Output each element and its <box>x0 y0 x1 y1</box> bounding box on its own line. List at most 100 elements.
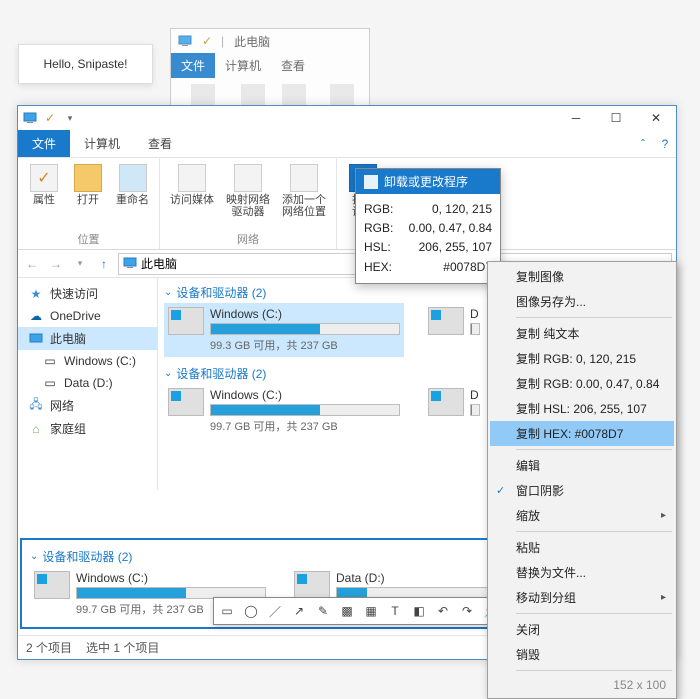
menu-separator <box>516 531 672 532</box>
ribbon-group-location: 位置 <box>24 229 153 247</box>
tool-undo[interactable]: ↶ <box>432 600 454 622</box>
drive-icon <box>34 571 70 599</box>
qat-dropdown-icon[interactable]: ▾ <box>62 110 78 126</box>
nav-history-button[interactable]: ▾ <box>70 254 90 274</box>
tool-marker[interactable]: ▩ <box>336 600 358 622</box>
chevron-down-icon: ⌄ <box>164 287 172 298</box>
drive-name: Windows (C:) <box>210 388 400 402</box>
pc-icon <box>22 110 38 126</box>
drive-d-cut[interactable]: D <box>424 384 484 438</box>
collapse-ribbon-button[interactable]: ˆ <box>632 137 654 151</box>
props-qat-icon[interactable]: ✓ <box>42 110 58 126</box>
tab-view[interactable]: 查看 <box>134 130 186 157</box>
pc-icon <box>28 331 44 347</box>
menu-copy-hsl[interactable]: 复制 HSL: 206, 255, 107 <box>490 396 674 421</box>
ribbon-properties[interactable]: ✓属性 <box>24 162 64 229</box>
tab-computer[interactable]: 计算机 <box>70 130 134 157</box>
menu-copy-plain[interactable]: 复制 纯文本 <box>490 321 674 346</box>
sidebar-item-homegroup[interactable]: ⌂家庭组 <box>18 417 157 440</box>
sidebar-item-drive-d[interactable]: ▭Data (D:) <box>18 372 157 394</box>
tool-pencil[interactable]: ✎ <box>312 600 334 622</box>
sidebar-item-quickaccess[interactable]: ★快速访问 <box>18 282 157 305</box>
color-hsl-value: 206, 255, 107 <box>398 238 492 257</box>
menu-copy-rgbf[interactable]: 复制 RGB: 0.00, 0.47, 0.84 <box>490 371 674 396</box>
drive-name: Windows (C:) <box>210 307 400 321</box>
tool-line[interactable]: ／ <box>264 600 286 622</box>
close-button[interactable]: ✕ <box>636 106 676 130</box>
drive-usage-bar <box>470 404 480 416</box>
menu-save-image-as[interactable]: 图像另存为... <box>490 289 674 314</box>
drive-c[interactable]: Windows (C:) 99.7 GB 可用，共 237 GB <box>164 384 404 438</box>
tool-ellipse[interactable]: ◯ <box>240 600 262 622</box>
drive-usage-bar <box>470 323 480 335</box>
drive-usage-bar <box>210 323 400 335</box>
drive-space: 99.3 GB 可用，共 237 GB <box>210 337 400 353</box>
menu-separator <box>516 613 672 614</box>
drive-usage-bar <box>210 404 400 416</box>
homegroup-icon: ⌂ <box>28 421 44 437</box>
color-rgbf-label: RGB: <box>364 219 398 238</box>
sidebar-item-drive-c[interactable]: ▭Windows (C:) <box>18 350 157 372</box>
nav-forward-button[interactable]: → <box>46 254 66 274</box>
tool-eraser[interactable]: ◧ <box>408 600 430 622</box>
menu-copy-image[interactable]: 复制图像 <box>490 264 674 289</box>
tool-mosaic[interactable]: ▦ <box>360 600 382 622</box>
status-item-count: 2 个项目 <box>26 639 72 656</box>
color-popup-title: 卸载或更改程序 <box>384 173 468 190</box>
drive-icon <box>168 307 204 335</box>
tab-file[interactable]: 文件 <box>18 130 70 157</box>
maximize-button[interactable]: ☐ <box>596 106 636 130</box>
qat-divider: | <box>221 34 224 48</box>
nav-up-button[interactable]: ↑ <box>94 254 114 274</box>
menu-edit[interactable]: 编辑 <box>490 453 674 478</box>
ribbon-group-network: 网络 <box>166 229 330 247</box>
color-popup-header: 卸载或更改程序 <box>356 169 500 194</box>
menu-copy-rgb[interactable]: 复制 RGB: 0, 120, 215 <box>490 346 674 371</box>
drive-d-cut[interactable]: D <box>424 303 484 357</box>
tab-view[interactable]: 查看 <box>271 53 315 78</box>
submenu-arrow-icon: ▸ <box>661 510 666 521</box>
menu-close[interactable]: 关闭 <box>490 617 674 642</box>
sidebar-item-thispc[interactable]: 此电脑 <box>18 327 157 350</box>
title-bar: ✓ ▾ ─ ☐ ✕ <box>18 106 676 130</box>
tool-arrow[interactable]: ↗ <box>288 600 310 622</box>
tab-file[interactable]: 文件 <box>171 53 215 78</box>
drive-icon: ▭ <box>42 375 58 391</box>
color-rgbf-value: 0.00, 0.47, 0.84 <box>398 219 492 238</box>
menu-copy-hex[interactable]: 复制 HEX: #0078D7 <box>490 421 674 446</box>
ribbon-open[interactable]: 打开 <box>68 162 108 229</box>
tool-rectangle[interactable]: ▭ <box>216 600 238 622</box>
sidebar-item-onedrive[interactable]: ☁OneDrive <box>18 305 157 327</box>
color-hsl-label: HSL: <box>364 238 398 257</box>
drive-icon: ▭ <box>42 353 58 369</box>
drive-name: Windows (C:) <box>76 571 266 585</box>
chevron-down-icon: ⌄ <box>30 551 38 562</box>
drive-space: 99.7 GB 可用，共 237 GB <box>210 418 400 434</box>
annotation-toolbar: ▭ ◯ ／ ↗ ✎ ▩ ▦ T ◧ ↶ ↷ 📌 <box>213 597 505 625</box>
color-rgb-label: RGB: <box>364 200 398 219</box>
tool-redo[interactable]: ↷ <box>456 600 478 622</box>
ribbon-map-network-drive[interactable]: 映射网络 驱动器 <box>222 162 274 229</box>
menu-zoom[interactable]: 缩放▸ <box>490 503 674 528</box>
menu-destroy[interactable]: 销毁 <box>490 642 674 667</box>
menu-separator <box>516 449 672 450</box>
network-icon: 🖧 <box>28 398 44 414</box>
ribbon-add-network-location[interactable]: 添加一个 网络位置 <box>278 162 330 229</box>
submenu-arrow-icon: ▸ <box>661 592 666 603</box>
sticky-note[interactable]: Hello, Snipaste! <box>18 44 153 84</box>
ribbon-rename[interactable]: 重命名 <box>112 162 153 229</box>
tab-computer[interactable]: 计算机 <box>215 53 271 78</box>
nav-back-button[interactable]: ← <box>22 254 42 274</box>
help-button[interactable]: ? <box>654 137 676 151</box>
pc-icon <box>123 257 137 271</box>
minimize-button[interactable]: ─ <box>556 106 596 130</box>
menu-paste[interactable]: 粘贴 <box>490 535 674 560</box>
sidebar-item-network[interactable]: 🖧网络 <box>18 394 157 417</box>
menu-size-readout: 152 x 100 <box>490 674 674 696</box>
menu-move-to-group[interactable]: 移动到分组▸ <box>490 585 674 610</box>
tool-text[interactable]: T <box>384 600 406 622</box>
menu-replace-file[interactable]: 替换为文件... <box>490 560 674 585</box>
drive-c[interactable]: Windows (C:) 99.3 GB 可用，共 237 GB <box>164 303 404 357</box>
menu-window-shadow[interactable]: ✓窗口阴影 <box>490 478 674 503</box>
ribbon-access-media[interactable]: 访问媒体 <box>166 162 218 229</box>
